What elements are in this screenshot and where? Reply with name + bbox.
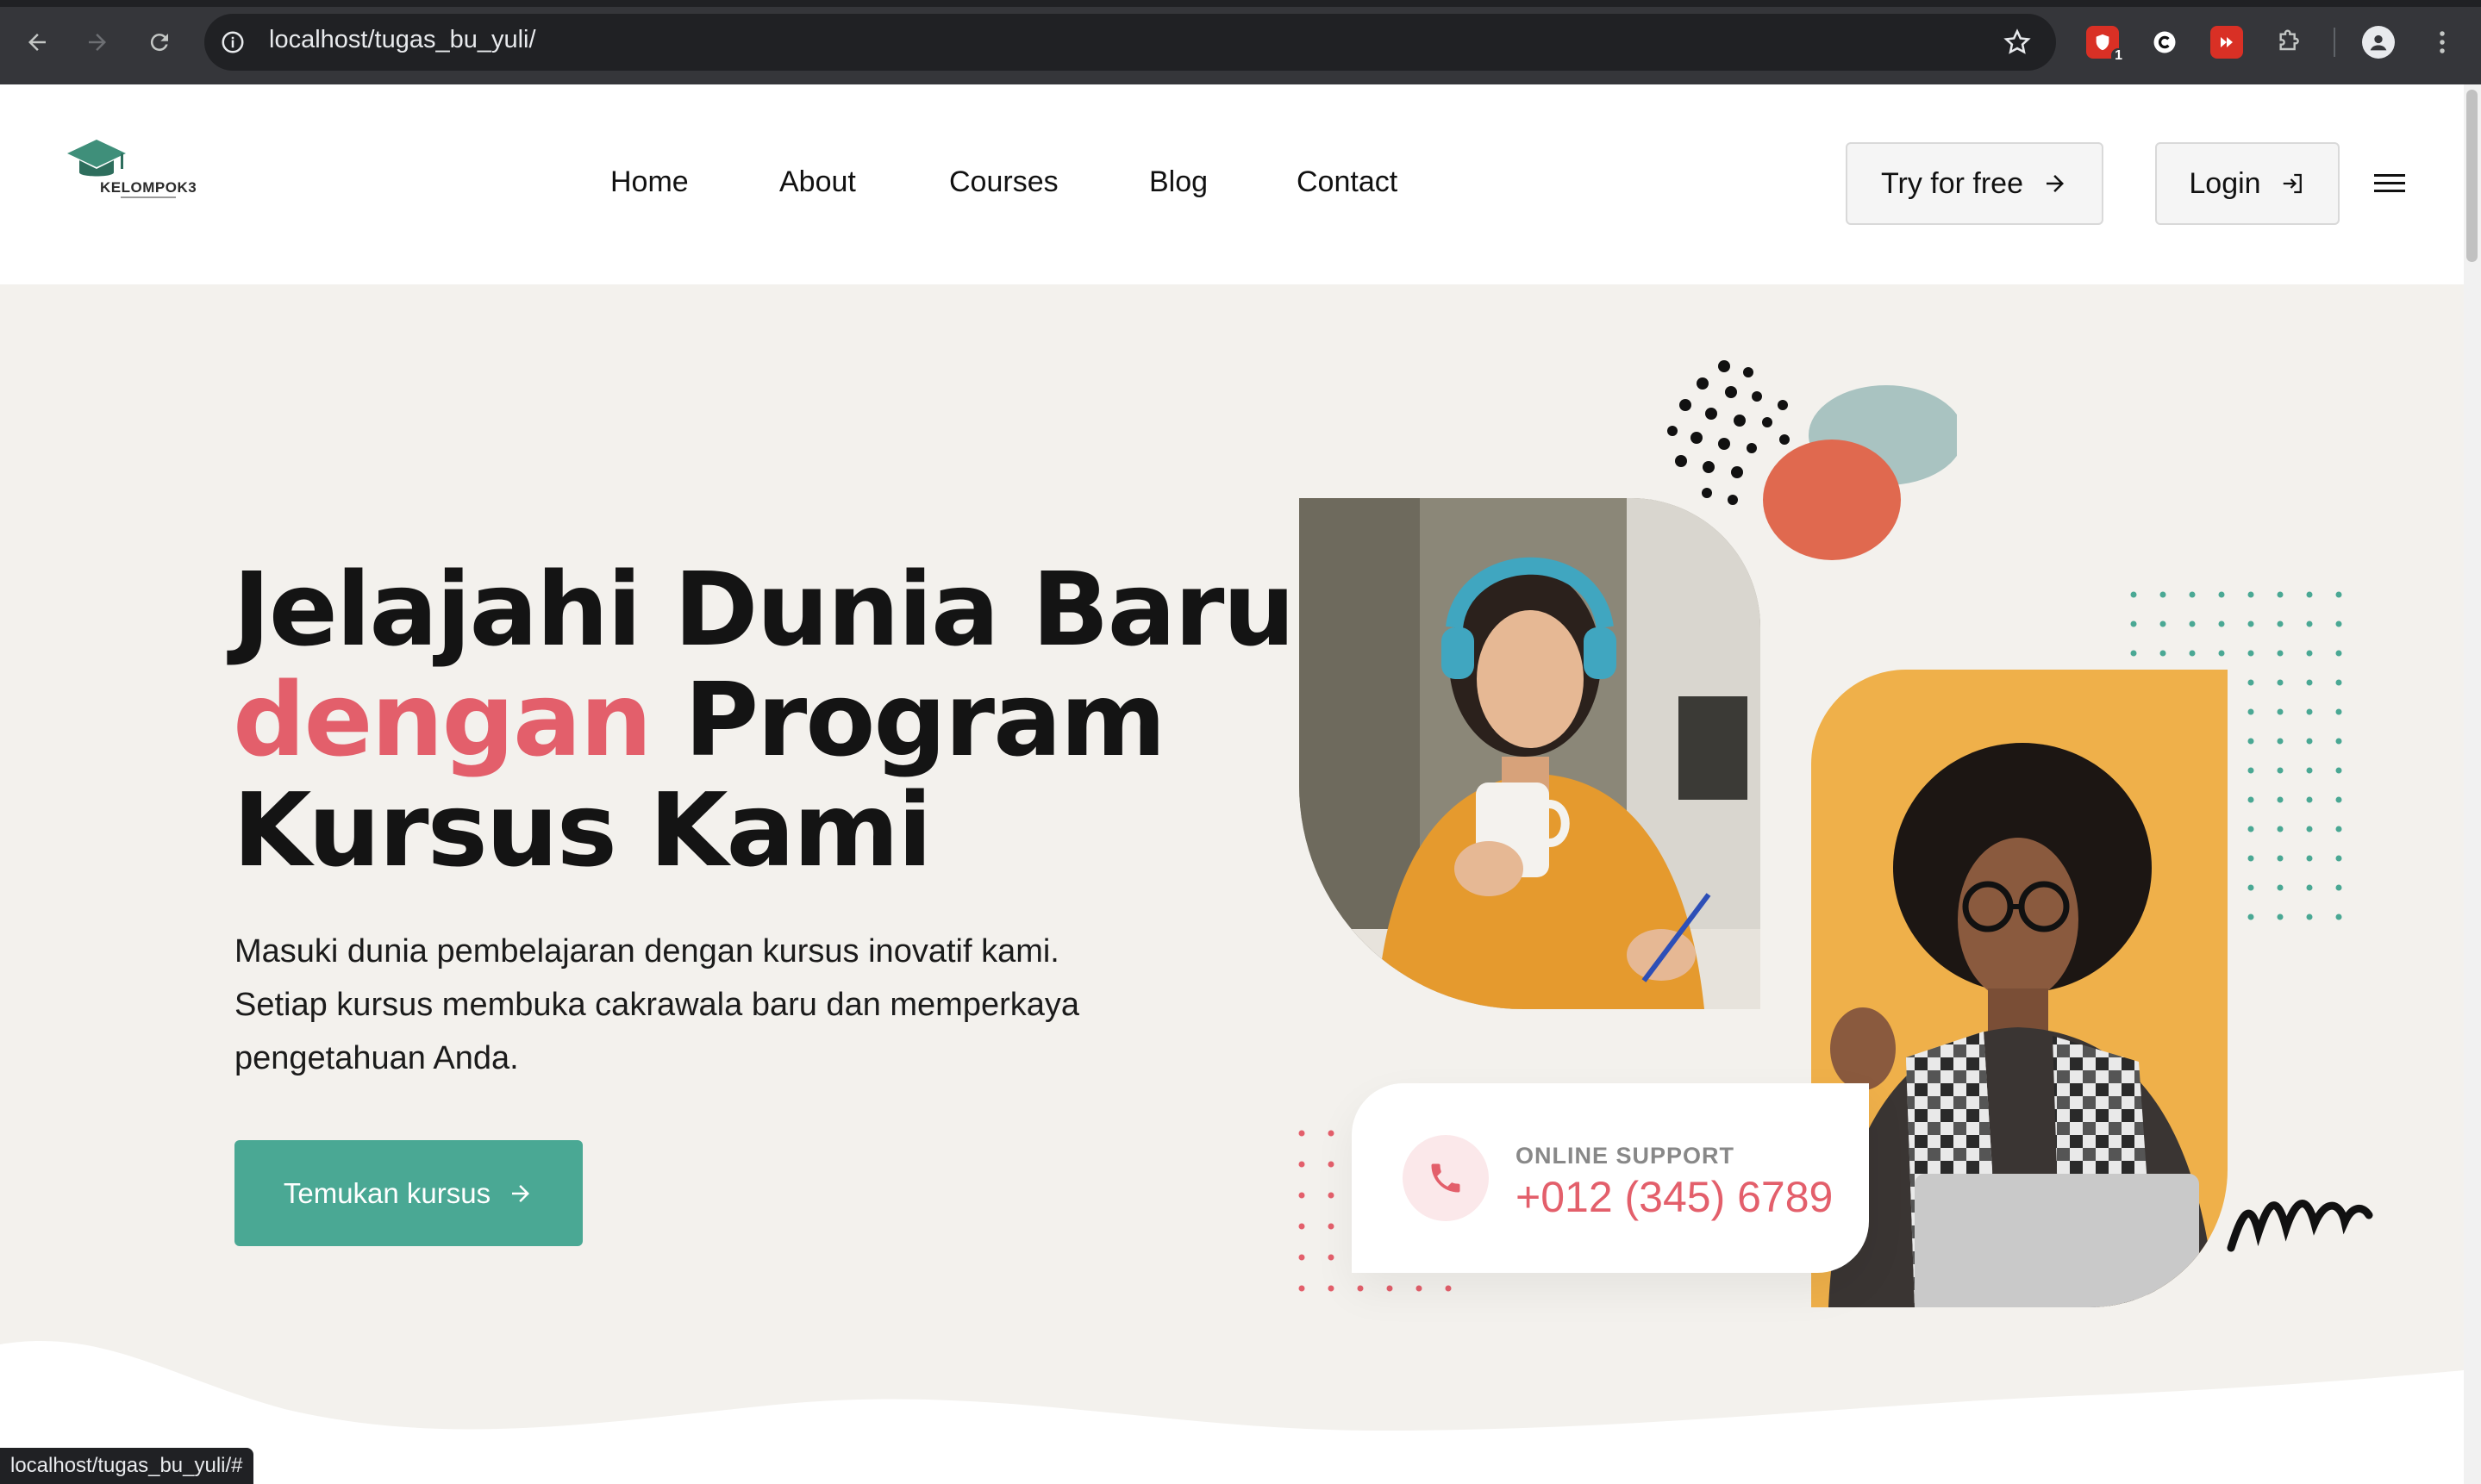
nav-about[interactable]: About <box>779 165 856 199</box>
profile-avatar-icon[interactable] <box>2362 26 2395 59</box>
url-text[interactable]: localhost/tugas_bu_yuli/ <box>269 26 536 54</box>
extension-badge: 1 <box>2111 48 2126 64</box>
toolbar-divider <box>2334 28 2335 57</box>
logo-text: KELOMPOK3 <box>100 179 197 196</box>
hero-title-line-2-rest: Program <box>650 660 1166 779</box>
support-label: ONLINE SUPPORT <box>1515 1143 1735 1169</box>
find-course-label: Temukan kursus <box>283 1176 491 1209</box>
browser-toolbar: localhost/tugas_bu_yuli/ 1 <box>0 0 2481 84</box>
extension-shield-icon[interactable]: 1 <box>2086 26 2126 64</box>
extension-player-icon[interactable] <box>2210 26 2243 59</box>
nav-contact[interactable]: Contact <box>1297 165 1397 199</box>
site-logo[interactable]: KELOMPOK3 <box>66 136 197 205</box>
extensions-puzzle-icon[interactable] <box>2272 26 2305 59</box>
student-photo-man <box>1811 670 2228 1307</box>
reload-icon[interactable] <box>140 22 179 62</box>
find-course-button[interactable]: Temukan kursus <box>234 1140 583 1246</box>
support-phone-number[interactable]: +012 (345) 6789 <box>1515 1172 1833 1222</box>
login-label: Login <box>2189 166 2261 200</box>
scrollbar-thumb[interactable] <box>2466 90 2478 262</box>
try-for-free-label: Try for free <box>1881 166 2023 200</box>
arrow-right-icon <box>512 1184 530 1202</box>
page-scrollbar[interactable] <box>2464 84 2481 1484</box>
hero-description-line-2: Setiap kursus membuka cakrawala baru dan… <box>234 987 1080 1023</box>
phone-icon-circle <box>1403 1135 1489 1221</box>
try-for-free-button[interactable]: Try for free <box>1846 142 2103 225</box>
nav-courses[interactable]: Courses <box>949 165 1059 199</box>
hamburger-menu-icon[interactable] <box>2372 169 2407 198</box>
student-photo-woman <box>1299 498 1760 1009</box>
logo-tagline-line <box>121 196 176 198</box>
hero-description-line-3: pengetahuan Anda. <box>234 1040 519 1076</box>
hero-title-line-2: dengan Program <box>233 669 1166 770</box>
back-icon[interactable] <box>17 22 57 62</box>
hero-description-line-1: Masuki dunia pembelajaran dengan kursus … <box>234 933 1059 970</box>
tab-strip-edge <box>0 0 2481 7</box>
login-icon <box>2283 173 2302 194</box>
hero-bottom-wave <box>0 1341 2464 1484</box>
extension-c-icon[interactable] <box>2148 26 2181 59</box>
hero-title-highlight: dengan <box>233 660 653 779</box>
browser-menu-icon[interactable] <box>2426 26 2459 59</box>
browser-status-url: localhost/tugas_bu_yuli/# <box>0 1448 253 1484</box>
hero-title-line-3: Kursus Kami <box>233 770 933 889</box>
forward-icon[interactable] <box>78 22 117 62</box>
login-button[interactable]: Login <box>2155 142 2340 225</box>
arrow-right-icon <box>2047 175 2064 192</box>
nav-blog[interactable]: Blog <box>1149 165 1208 199</box>
bookmark-star-icon[interactable] <box>2003 28 2032 57</box>
nav-home[interactable]: Home <box>610 165 689 199</box>
squiggle-decoration <box>2227 1200 2373 1252</box>
phone-icon <box>1431 1163 1460 1193</box>
site-info-icon[interactable] <box>220 29 246 55</box>
hero-title-line-1: Jelajahi Dunia Baru <box>233 550 1295 669</box>
